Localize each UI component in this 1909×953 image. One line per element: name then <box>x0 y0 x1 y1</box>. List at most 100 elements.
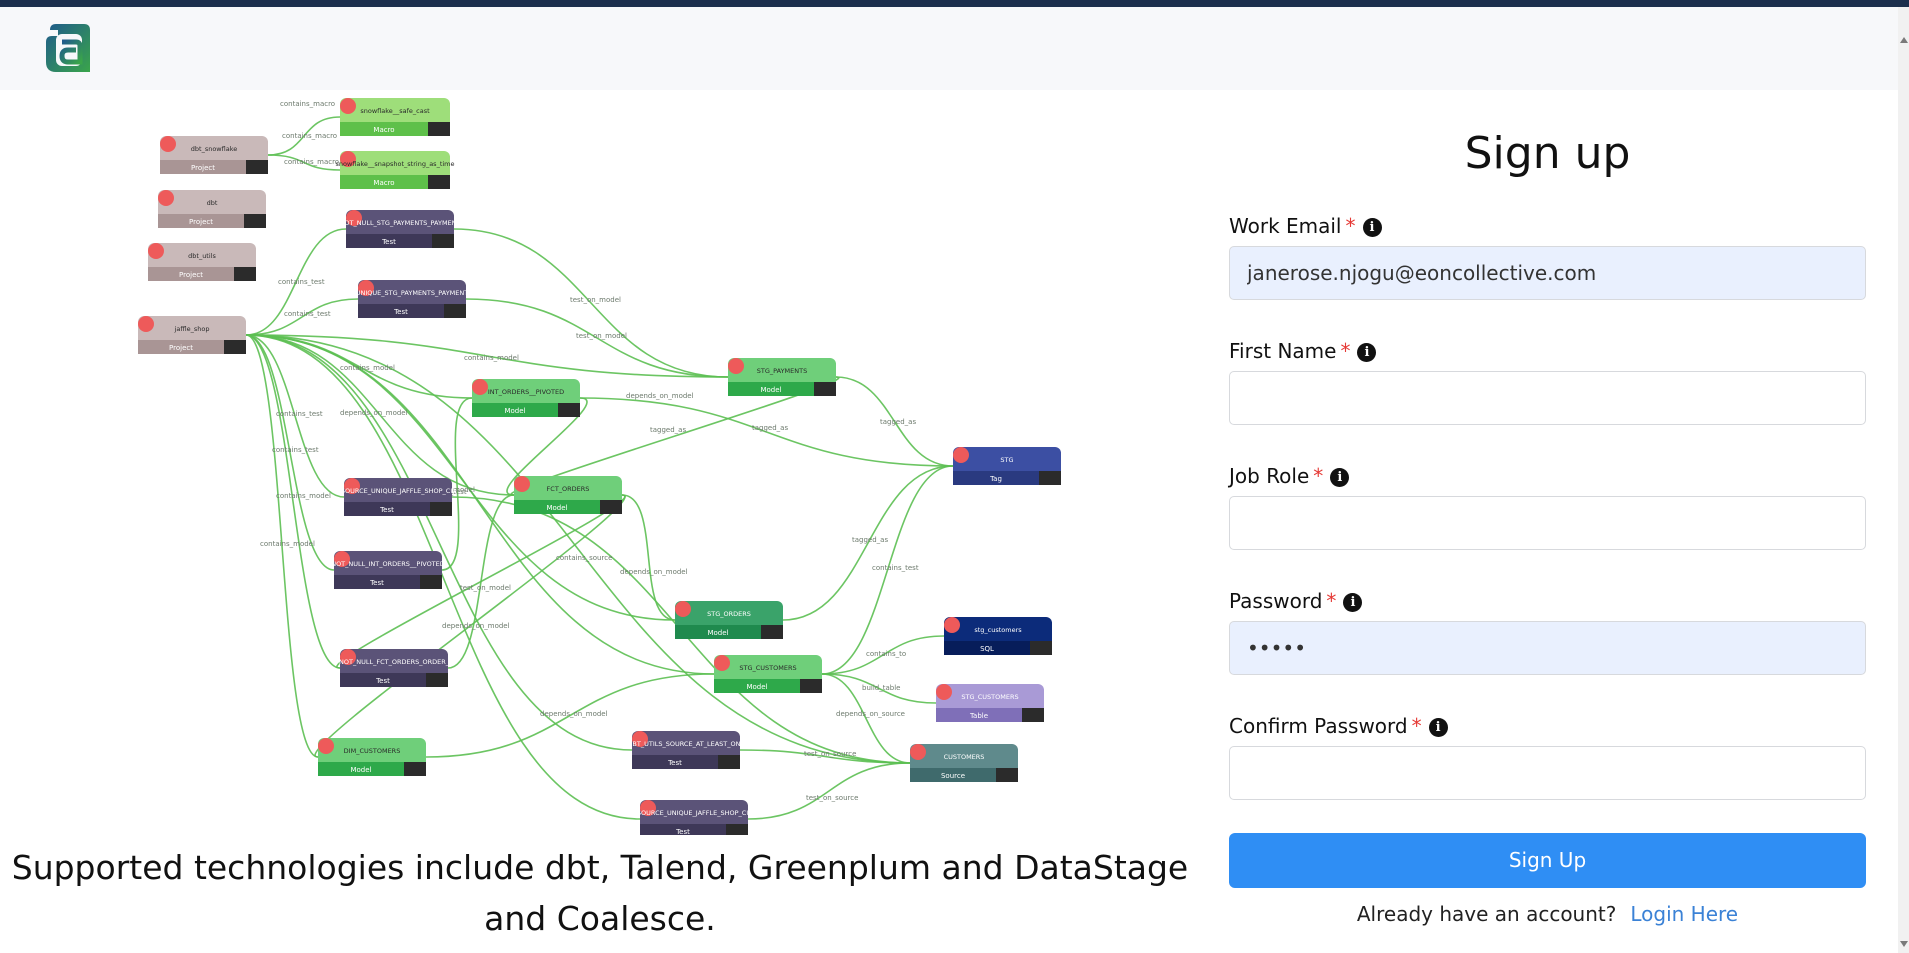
node-expand-icon[interactable] <box>996 768 1018 782</box>
graph-node[interactable]: STG Tag <box>953 447 1061 485</box>
page-scrollbar[interactable] <box>1898 7 1909 953</box>
graph-node[interactable]: DIM_CUSTOMERS Model <box>318 738 426 776</box>
node-badge-icon <box>514 476 530 492</box>
node-label: dbt <box>207 199 218 207</box>
brand-logo-icon[interactable] <box>44 22 92 74</box>
node-expand-icon[interactable] <box>1030 641 1052 655</box>
edge-label: contains_test <box>278 278 325 286</box>
first-name-input[interactable] <box>1229 371 1866 425</box>
node-type-label: Test <box>375 677 390 685</box>
graph-node[interactable]: DBT_UTILS_SOURCE_AT_LEAST_ONE Test <box>627 731 745 769</box>
login-link[interactable]: Login Here <box>1630 902 1738 926</box>
graph-node[interactable]: dbt_snowflake Project <box>160 136 268 174</box>
node-type-label: Model <box>707 629 728 637</box>
node-type-label: Project <box>179 271 203 279</box>
node-label: dbt_utils <box>188 252 216 260</box>
node-label: FCT_ORDERS <box>547 485 590 493</box>
edge-label: depends_on_model <box>340 409 408 417</box>
info-icon[interactable]: i <box>1428 718 1448 737</box>
graph-node[interactable]: UNIQUE_STG_PAYMENTS_PAYMENT Test <box>356 280 468 318</box>
node-expand-icon[interactable] <box>426 673 448 687</box>
node-type-label: Macro <box>373 179 394 187</box>
node-expand-icon[interactable] <box>600 500 622 514</box>
node-expand-icon[interactable] <box>246 160 268 174</box>
graph-node[interactable]: STG_CUSTOMERS Table <box>936 684 1044 722</box>
node-expand-icon[interactable] <box>432 234 454 248</box>
node-expand-icon[interactable] <box>224 340 246 354</box>
edge-label: tagged_as <box>650 426 686 434</box>
node-expand-icon[interactable] <box>718 755 740 769</box>
node-badge-icon <box>910 744 926 760</box>
edge-label: test_on_model <box>570 296 621 304</box>
edge-label: contains_macro <box>284 158 339 166</box>
graph-node[interactable]: FCT_ORDERS Model <box>514 476 622 514</box>
graph-node[interactable]: STG_PAYMENTS Model <box>728 358 836 396</box>
node-expand-icon[interactable] <box>234 267 256 281</box>
graph-node[interactable]: dbt Project <box>158 190 266 228</box>
edge-label: contains_model <box>340 364 395 372</box>
edge-label: contains_test <box>276 410 323 418</box>
graph-node[interactable]: stg_customers SQL <box>944 617 1052 655</box>
edge-label: tagged_as <box>752 424 788 432</box>
edge-label: contains_model <box>260 540 315 548</box>
node-expand-icon[interactable] <box>428 122 450 136</box>
work-email-input[interactable] <box>1229 246 1866 300</box>
graph-node[interactable]: NOT_NULL_STG_PAYMENTS_PAYMENT Test <box>340 210 461 248</box>
node-expand-icon[interactable] <box>1022 708 1044 722</box>
node-type-label: Macro <box>373 126 394 134</box>
node-expand-icon[interactable] <box>558 403 580 417</box>
node-expand-icon[interactable] <box>444 304 466 318</box>
graph-edge <box>747 762 911 820</box>
node-expand-icon[interactable] <box>761 625 783 639</box>
edge-label: test_on_source <box>806 794 858 802</box>
graph-edge <box>245 334 341 669</box>
graph-node[interactable]: CUSTOMERS Source <box>910 744 1018 782</box>
graph-node[interactable]: snowflake__safe_cast Macro <box>340 98 450 136</box>
info-icon[interactable]: i <box>1343 593 1363 612</box>
job-role-input[interactable] <box>1229 496 1866 550</box>
info-icon[interactable]: i <box>1330 468 1350 487</box>
node-badge-icon <box>936 684 952 700</box>
node-expand-icon[interactable] <box>420 575 442 589</box>
node-badge-icon <box>944 617 960 633</box>
node-expand-icon[interactable] <box>800 679 822 693</box>
scroll-down-icon[interactable] <box>1900 941 1908 947</box>
node-type-label: Tag <box>989 475 1002 483</box>
scroll-up-icon[interactable] <box>1900 37 1908 43</box>
graph-node[interactable]: SOURCE_UNIQUE_JAFFLE_SHOP_CU Test <box>341 478 455 516</box>
password-input[interactable] <box>1229 621 1866 675</box>
node-expand-icon[interactable] <box>726 824 748 835</box>
node-label: SOURCE_UNIQUE_JAFFLE_SHOP_CU <box>341 487 455 495</box>
node-label: NOT_NULL_FCT_ORDERS_ORDER_ <box>339 658 450 666</box>
node-expand-icon[interactable] <box>428 175 450 189</box>
edge-label: contains_macro <box>282 132 337 140</box>
confirm-password-input[interactable] <box>1229 746 1866 800</box>
graph-node[interactable]: SOURCE_UNIQUE_JAFFLE_SHOP_CU Test <box>637 800 751 835</box>
graph-node[interactable]: snowflake__snapshot_string_as_time Macro <box>335 151 455 189</box>
node-expand-icon[interactable] <box>404 762 426 776</box>
node-label: STG <box>1000 456 1013 464</box>
node-expand-icon[interactable] <box>430 502 452 516</box>
edge-label: depends_on_model <box>626 392 694 400</box>
password-label: Password <box>1229 589 1323 613</box>
edge-label: contains_macro <box>280 100 335 108</box>
sign-up-button[interactable]: Sign Up <box>1229 833 1866 888</box>
graph-node[interactable]: dbt_utils Project <box>148 243 256 281</box>
edge-label: build_table <box>862 684 900 692</box>
node-badge-icon <box>340 98 356 114</box>
node-type-label: SQL <box>980 645 994 653</box>
graph-node[interactable]: jaffle_shop Project <box>138 316 246 354</box>
graph-node[interactable]: INT_ORDERS__PIVOTED Model <box>472 379 580 417</box>
node-expand-icon[interactable] <box>814 382 836 396</box>
required-mark: * <box>1345 214 1356 238</box>
node-expand-icon[interactable] <box>244 214 266 228</box>
node-label: STG_ORDERS <box>707 610 751 618</box>
graph-node[interactable]: NOT_NULL_INT_ORDERS__PIVOTED Test <box>331 551 445 589</box>
node-expand-icon[interactable] <box>1039 471 1061 485</box>
info-icon[interactable]: i <box>1362 218 1382 237</box>
graph-node[interactable]: NOT_NULL_FCT_ORDERS_ORDER_ Test <box>339 649 450 687</box>
graph-node[interactable]: STG_ORDERS Model <box>675 601 783 639</box>
info-icon[interactable]: i <box>1357 343 1377 362</box>
required-mark: * <box>1340 339 1351 363</box>
graph-node[interactable]: STG_CUSTOMERS Model <box>714 655 822 693</box>
